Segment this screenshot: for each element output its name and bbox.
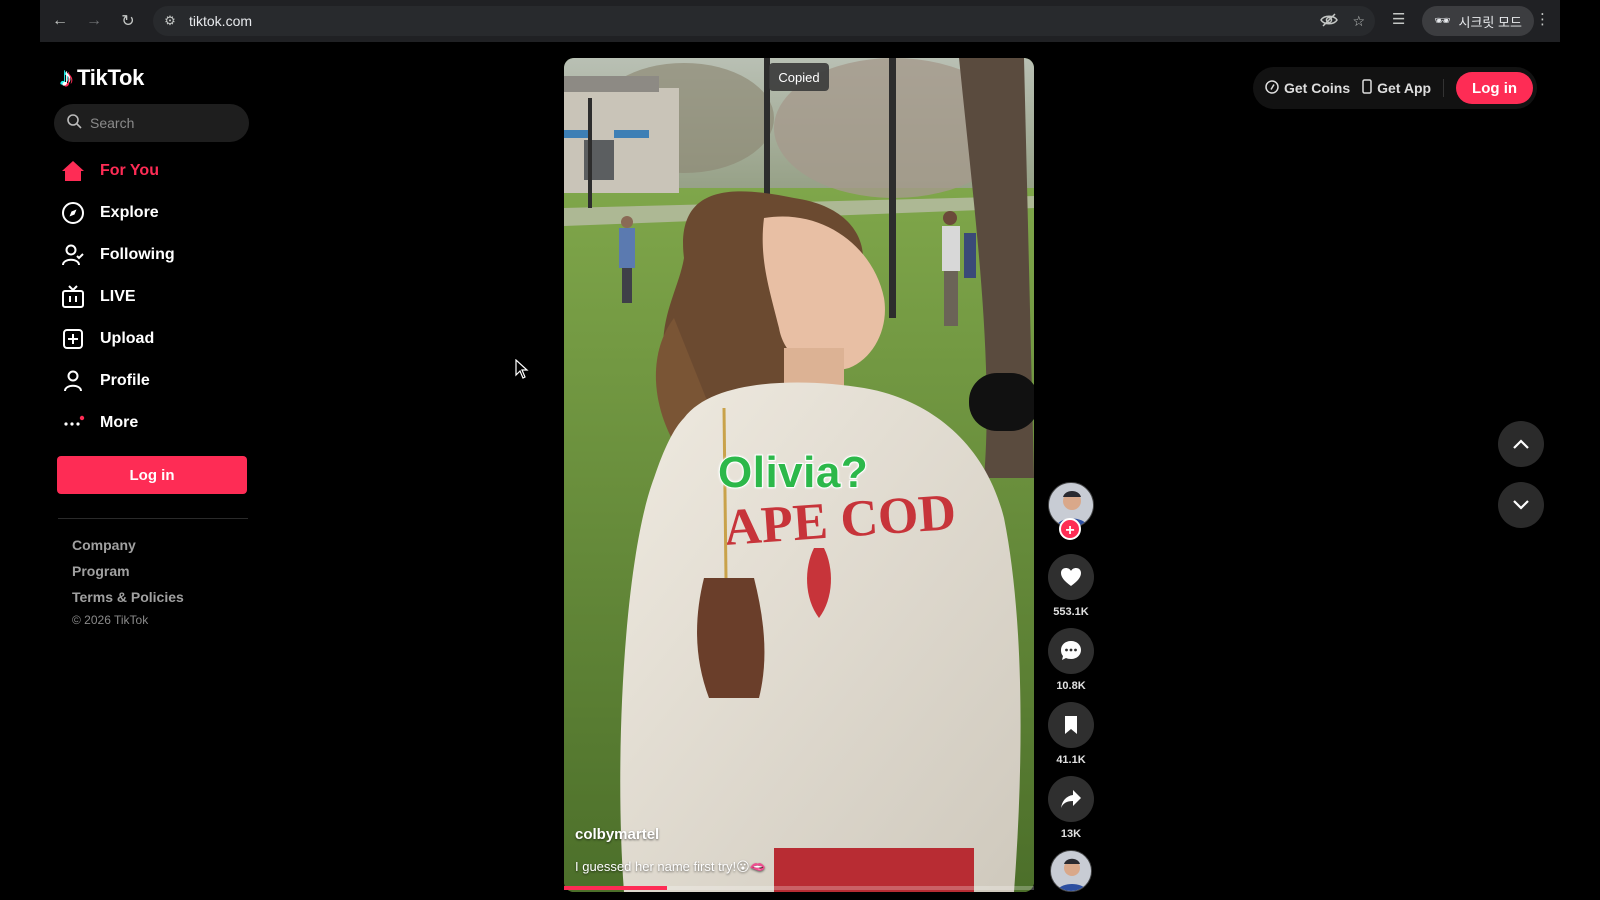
like-count: 553.1K xyxy=(1053,606,1089,618)
video-progress-fill xyxy=(564,886,668,890)
top-right-divider xyxy=(1443,79,1445,97)
previous-video-button[interactable] xyxy=(1498,421,1544,467)
browser-menu-icon[interactable]: ⋮ xyxy=(1535,10,1550,28)
address-bar[interactable]: ⚙ tiktok.com ☆ xyxy=(153,6,1375,36)
bookmark-icon xyxy=(1065,716,1077,734)
sidebar-login-button[interactable]: Log in xyxy=(57,456,247,494)
footer-link-company[interactable]: Company xyxy=(72,532,184,558)
live-tv-icon xyxy=(60,284,86,310)
like-button[interactable] xyxy=(1048,554,1094,600)
profile-icon xyxy=(60,368,86,394)
sidebar-item-label: For You xyxy=(100,162,159,179)
window-edge xyxy=(1560,0,1600,900)
mouse-cursor-icon xyxy=(515,358,529,384)
following-icon xyxy=(60,242,86,268)
footer-link-program[interactable]: Program xyxy=(72,558,184,584)
url-text: tiktok.com xyxy=(189,13,253,29)
share-count: 13K xyxy=(1060,828,1082,840)
phone-icon xyxy=(1362,79,1372,97)
comment-count: 10.8K xyxy=(1056,680,1086,692)
header-login-button[interactable]: Log in xyxy=(1456,72,1534,104)
back-icon[interactable]: ← xyxy=(46,7,74,35)
search-icon xyxy=(66,113,82,133)
get-app-button[interactable]: Get App xyxy=(1362,79,1431,97)
incognito-icon: 🕶 xyxy=(1434,13,1451,28)
sidebar-item-label: Profile xyxy=(100,372,150,389)
sidebar-item-label: More xyxy=(100,414,139,431)
sound-avatar[interactable] xyxy=(1050,850,1092,892)
sidebar-item-label: Following xyxy=(100,246,175,263)
video-description: I guessed her name first try!😮🫦 xyxy=(575,859,766,874)
video-overlay-text: Olivia? xyxy=(717,447,869,498)
sidebar-item-live[interactable]: LIVE xyxy=(58,276,258,318)
share-arrow-icon xyxy=(1061,790,1081,808)
sidebar-item-following[interactable]: Following xyxy=(58,234,258,276)
save-count: 41.1K xyxy=(1056,754,1086,766)
compass-icon xyxy=(60,200,86,226)
sidebar-item-more[interactable]: More xyxy=(58,402,258,444)
chevron-up-icon xyxy=(1513,439,1529,449)
bookmark-star-icon[interactable]: ☆ xyxy=(1352,13,1365,30)
get-coins-label: Get Coins xyxy=(1284,80,1351,96)
sidebar-item-for-you[interactable]: For You xyxy=(58,150,258,192)
incognito-badge[interactable]: 🕶 시크릿 모드 xyxy=(1422,6,1534,36)
site-settings-icon[interactable]: ⚙ xyxy=(155,13,185,29)
video-progress-bar[interactable] xyxy=(564,886,1034,890)
sidebar-item-label: LIVE xyxy=(100,288,136,305)
coin-icon xyxy=(1265,79,1279,97)
sidebar-item-label: Upload xyxy=(100,330,155,347)
sidebar-item-label: Explore xyxy=(100,204,159,221)
sidebar-divider xyxy=(58,518,248,519)
sidebar-item-upload[interactable]: Upload xyxy=(58,318,258,360)
footer-copyright: © 2026 TikTok xyxy=(72,613,149,627)
share-button[interactable] xyxy=(1048,776,1094,822)
follow-plus-icon[interactable]: + xyxy=(1059,518,1081,540)
home-icon xyxy=(60,158,86,184)
sidebar-menu: For You Explore Following LIVE Upload Pr… xyxy=(58,150,258,444)
tiktok-logo[interactable]: ♪ TikTok xyxy=(60,62,144,93)
comment-bubble-icon xyxy=(1061,641,1081,660)
reading-list-icon[interactable]: ☰ xyxy=(1392,10,1405,28)
incognito-label: 시크릿 모드 xyxy=(1458,14,1522,30)
logo-text: TikTok xyxy=(77,64,145,90)
next-video-button[interactable] xyxy=(1498,482,1544,528)
search-input[interactable] xyxy=(90,115,230,131)
tiktok-note-icon: ♪ xyxy=(60,62,73,92)
search-box[interactable] xyxy=(54,104,249,142)
copied-toast: Copied xyxy=(769,63,829,91)
forward-icon[interactable]: → xyxy=(80,7,108,35)
get-app-label: Get App xyxy=(1377,80,1432,96)
chevron-down-icon xyxy=(1513,500,1529,510)
reload-icon[interactable]: ↻ xyxy=(114,7,142,35)
video-author[interactable]: colbymartel xyxy=(575,826,659,843)
sidebar-item-explore[interactable]: Explore xyxy=(58,192,258,234)
top-right-actions: Get Coins Get App Log in xyxy=(1253,67,1538,109)
heart-icon xyxy=(1061,568,1081,586)
get-coins-button[interactable]: Get Coins xyxy=(1265,79,1351,97)
upload-plus-icon xyxy=(60,326,86,352)
eye-off-icon[interactable] xyxy=(1320,12,1339,31)
more-dots-icon xyxy=(60,410,86,436)
save-button[interactable] xyxy=(1048,702,1094,748)
browser-toolbar: ← → ↻ ⚙ tiktok.com ☆ ☰ 🕶 시크릿 모드 ⋮ xyxy=(40,0,1560,42)
comment-button[interactable] xyxy=(1048,628,1094,674)
sidebar-footer: Company Program Terms & Policies © 2026 … xyxy=(72,532,184,630)
app-frame: ← → ↻ ⚙ tiktok.com ☆ ☰ 🕶 시크릿 모드 ⋮ ♪ TikT… xyxy=(0,0,1600,900)
footer-link-terms[interactable]: Terms & Policies xyxy=(72,584,184,610)
sidebar-item-profile[interactable]: Profile xyxy=(58,360,258,402)
